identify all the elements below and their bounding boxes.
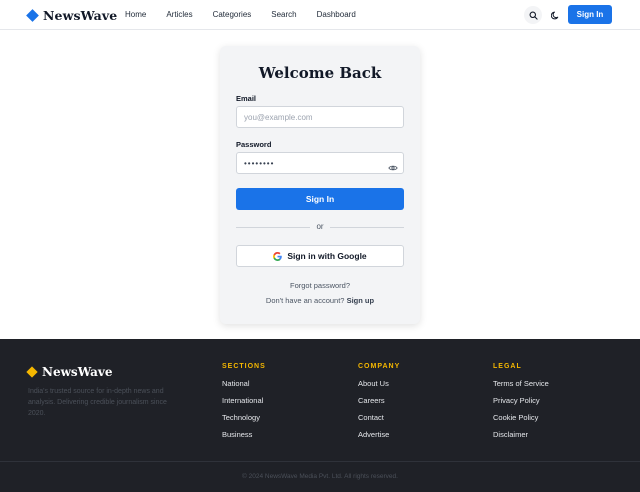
footer-link-about[interactable]: About Us xyxy=(358,379,400,388)
no-account-text: Don't have an account? xyxy=(265,296,345,305)
show-password-toggle[interactable] xyxy=(388,159,398,177)
forgot-password-link[interactable]: Forgot password? xyxy=(220,281,420,290)
divider-line-right xyxy=(330,227,404,228)
footer-link-privacy[interactable]: Privacy Policy xyxy=(493,396,549,405)
nav-categories[interactable]: Categories xyxy=(213,10,252,19)
site-footer: NewsWave India's trusted source for in-d… xyxy=(0,339,640,492)
google-icon xyxy=(273,251,283,261)
footer-link-disclaimer[interactable]: Disclaimer xyxy=(493,430,549,439)
footer-link-careers[interactable]: Careers xyxy=(358,396,400,405)
footer-description: India's trusted source for in-depth news… xyxy=(28,388,167,417)
search-button[interactable] xyxy=(524,6,542,24)
footer-link-technology[interactable]: Technology xyxy=(222,413,266,422)
email-field[interactable] xyxy=(236,106,404,128)
eye-icon xyxy=(388,165,398,171)
login-card: Welcome Back Email Password Sign In or xyxy=(220,46,420,324)
footer-divider xyxy=(0,461,640,462)
nav-home[interactable]: Home xyxy=(125,10,146,19)
footer-link-advertise[interactable]: Advertise xyxy=(358,430,400,439)
footer-link-terms[interactable]: Terms of Service xyxy=(493,379,549,388)
site-header: NewsWave Home Articles Categories Search… xyxy=(0,0,640,30)
footer-logo-diamond-icon xyxy=(26,366,38,378)
logo-diamond-icon xyxy=(26,9,39,22)
main-nav: Home Articles Categories Search Dashboar… xyxy=(125,10,376,19)
google-button-label: Sign in with Google xyxy=(287,251,367,261)
moon-icon xyxy=(550,11,558,19)
footer-link-business[interactable]: Business xyxy=(222,430,266,439)
footer-link-national[interactable]: National xyxy=(222,379,266,388)
nav-dashboard[interactable]: Dashboard xyxy=(317,10,356,19)
footer-legal-heading: LEGAL xyxy=(493,363,522,370)
password-field[interactable] xyxy=(236,152,404,174)
signup-link[interactable]: Sign up xyxy=(347,296,375,305)
signup-prompt: Don't have an account? Sign up xyxy=(220,296,420,305)
footer-company-column: COMPANY About Us Careers Contact Adverti… xyxy=(358,363,400,447)
search-icon xyxy=(529,11,538,20)
login-title: Welcome Back xyxy=(258,64,382,82)
footer-logo-text: NewsWave xyxy=(42,365,113,379)
footer-sections-heading: SECTIONS xyxy=(222,363,266,370)
footer-sections-column: SECTIONS National International Technolo… xyxy=(222,363,266,447)
site-logo[interactable]: NewsWave xyxy=(26,8,118,23)
or-divider: or xyxy=(236,222,404,232)
logo-text: NewsWave xyxy=(43,8,118,23)
footer-copyright: © 2024 NewsWave Media Pvt. Ltd. All righ… xyxy=(242,473,398,480)
footer-link-international[interactable]: International xyxy=(222,396,266,405)
nav-articles[interactable]: Articles xyxy=(166,10,192,19)
header-signin-button[interactable]: Sign In xyxy=(568,5,612,24)
main-content: Welcome Back Email Password Sign In or xyxy=(0,30,640,339)
footer-logo[interactable]: NewsWave xyxy=(26,365,113,379)
email-label: Email xyxy=(236,94,257,103)
nav-search[interactable]: Search xyxy=(271,10,296,19)
footer-link-cookie[interactable]: Cookie Policy xyxy=(493,413,549,422)
footer-link-contact[interactable]: Contact xyxy=(358,413,400,422)
theme-toggle-button[interactable] xyxy=(546,6,564,24)
signin-button[interactable]: Sign In xyxy=(236,188,404,210)
footer-legal-column: LEGAL Terms of Service Privacy Policy Co… xyxy=(493,363,549,447)
footer-company-heading: COMPANY xyxy=(358,363,401,370)
google-signin-button[interactable]: Sign in with Google xyxy=(236,245,404,267)
password-label: Password xyxy=(236,140,272,149)
